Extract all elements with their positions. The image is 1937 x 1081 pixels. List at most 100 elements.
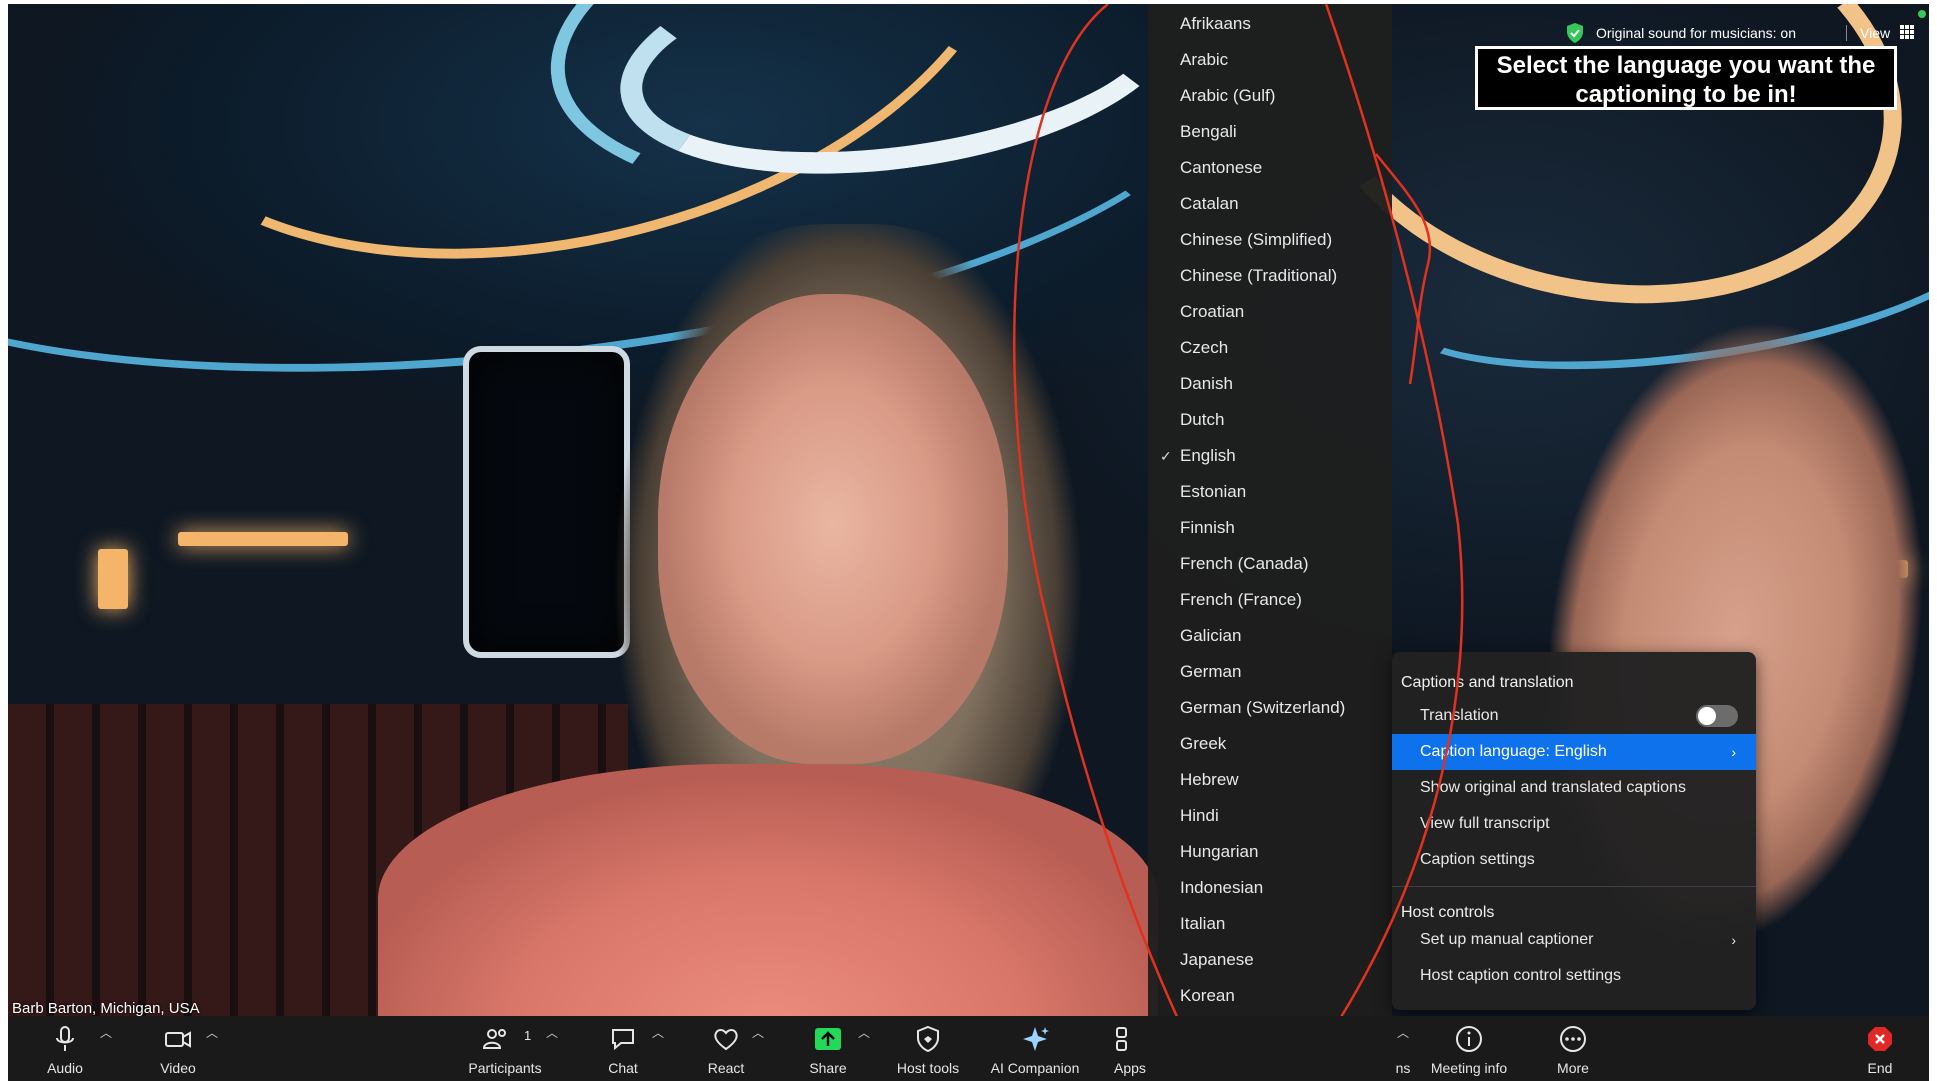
language-option-label: German <box>1180 662 1242 681</box>
language-option[interactable]: French (Canada) <box>1148 546 1392 582</box>
apps-label: Apps <box>1114 1060 1146 1076</box>
original-sound-status[interactable]: Original sound for musicians: on <box>1596 22 1796 44</box>
show-original-item[interactable]: Show original and translated captions <box>1392 770 1756 806</box>
react-label: React <box>707 1060 745 1076</box>
translation-label: Translation <box>1420 707 1499 724</box>
caption-language-item[interactable]: Caption language: English › <box>1392 734 1756 770</box>
share-label: Share <box>809 1060 847 1076</box>
participant-name-label: Barb Barton, Michigan, USA <box>12 1000 200 1017</box>
caption-language-label: Caption language: English <box>1420 743 1607 760</box>
share-button[interactable]: Share <box>793 1016 863 1081</box>
language-option[interactable]: Hungarian <box>1148 834 1392 870</box>
more-dots-icon <box>1560 1026 1586 1052</box>
language-option[interactable]: Catalan <box>1148 186 1392 222</box>
sparkle-icon <box>1023 1027 1049 1051</box>
end-button[interactable]: End <box>1850 1016 1910 1081</box>
participants-button[interactable]: 1 Participants <box>460 1016 550 1081</box>
language-option[interactable]: Korean <box>1148 978 1392 1014</box>
language-option-label: Catalan <box>1180 194 1239 213</box>
video-button[interactable]: Video <box>143 1016 213 1081</box>
language-option-label: German (Switzerland) <box>1180 698 1346 717</box>
translation-toggle-row[interactable]: Translation <box>1392 698 1756 734</box>
audio-options-caret[interactable]: ︿ <box>100 1024 112 1041</box>
language-option[interactable]: Galician <box>1148 618 1392 654</box>
share-options-caret[interactable]: ︿ <box>858 1024 870 1041</box>
react-options-caret[interactable]: ︿ <box>752 1024 764 1041</box>
share-screen-icon <box>815 1028 841 1050</box>
language-option[interactable]: Arabic (Gulf) <box>1148 78 1392 114</box>
language-option[interactable]: Chinese (Simplified) <box>1148 222 1392 258</box>
language-option[interactable]: Hebrew <box>1148 762 1392 798</box>
participants-options-caret[interactable]: ︿ <box>546 1024 558 1041</box>
language-option-label: Finnish <box>1180 518 1235 537</box>
language-option[interactable]: ✓ English <box>1148 438 1392 474</box>
language-option[interactable]: Dutch <box>1148 402 1392 438</box>
video-options-caret[interactable]: ︿ <box>206 1024 218 1041</box>
language-option[interactable]: Danish <box>1148 366 1392 402</box>
video-label: Video <box>160 1060 196 1076</box>
meeting-info-button[interactable]: Meeting info <box>1424 1016 1514 1081</box>
language-option-label: Hindi <box>1180 806 1219 825</box>
ai-companion-button[interactable]: AI Companion <box>980 1016 1090 1081</box>
language-option-label: French (France) <box>1180 590 1302 609</box>
chat-label: Chat <box>608 1060 638 1076</box>
language-option[interactable]: Japanese <box>1148 942 1392 978</box>
language-option-label: Galician <box>1180 626 1242 645</box>
captions-button[interactable]: ︿ ns <box>1392 1016 1414 1081</box>
manual-captioner-item[interactable]: Set up manual captioner › <box>1392 922 1756 958</box>
translation-toggle[interactable] <box>1696 705 1738 727</box>
language-option[interactable]: Indonesian <box>1148 870 1392 906</box>
language-option-label: Chinese (Simplified) <box>1180 230 1333 249</box>
end-label: End <box>1867 1060 1893 1076</box>
host-tools-button[interactable]: Host tools <box>888 1016 968 1081</box>
chat-button[interactable]: Chat <box>588 1016 658 1081</box>
language-option[interactable]: Arabic <box>1148 42 1392 78</box>
host-controls-title: Host controls <box>1401 904 1495 921</box>
caption-language-submenu: Afrikaans Arabic Arabic (Gulf) Bengali Canto… <box>1148 4 1392 1016</box>
language-option-label: Croatian <box>1180 302 1245 321</box>
chevron-right-icon: › <box>1731 932 1736 948</box>
language-option[interactable]: Italian <box>1148 906 1392 942</box>
language-option-label: Greek <box>1180 734 1227 753</box>
language-option[interactable]: Czech <box>1148 330 1392 366</box>
language-option[interactable]: Greek <box>1148 726 1392 762</box>
language-option[interactable]: Bengali <box>1148 114 1392 150</box>
host-tools-label: Host tools <box>896 1060 960 1076</box>
participant-count: 1 <box>524 1028 532 1043</box>
shield-icon <box>1567 23 1583 43</box>
language-option-label: Czech <box>1180 338 1229 357</box>
caption-settings-item[interactable]: Caption settings <box>1392 842 1756 878</box>
react-button[interactable]: React <box>691 1016 761 1081</box>
language-option[interactable]: Afrikaans <box>1148 6 1392 42</box>
captions-options-caret[interactable]: ︿ <box>1397 1024 1409 1041</box>
language-option[interactable]: French (France) <box>1148 582 1392 618</box>
more-button[interactable]: More <box>1538 1016 1608 1081</box>
language-option[interactable]: Cantonese <box>1148 150 1392 186</box>
host-caption-settings-item[interactable]: Host caption control settings <box>1392 958 1756 994</box>
end-call-icon <box>1868 1027 1892 1051</box>
view-button[interactable]: View <box>1860 22 1890 44</box>
view-transcript-item[interactable]: View full transcript <box>1392 806 1756 842</box>
apps-button[interactable]: Apps <box>1108 1016 1148 1081</box>
caption-settings-label: Caption settings <box>1420 851 1535 868</box>
language-option[interactable]: Croatian <box>1148 294 1392 330</box>
chat-options-caret[interactable]: ︿ <box>652 1024 664 1041</box>
language-option[interactable]: Estonian <box>1148 474 1392 510</box>
language-option-label: Indonesian <box>1180 878 1264 897</box>
participants-label: Participants <box>468 1060 542 1076</box>
info-icon <box>1456 1026 1482 1052</box>
language-option-label: Arabic (Gulf) <box>1180 86 1276 105</box>
language-option[interactable]: Finnish <box>1148 510 1392 546</box>
language-option[interactable]: Hindi <box>1148 798 1392 834</box>
heart-icon <box>714 1029 738 1051</box>
microphone-icon <box>56 1026 74 1051</box>
language-option-label: Afrikaans <box>1180 14 1251 33</box>
language-option[interactable]: German (Switzerland) <box>1148 690 1392 726</box>
ai-companion-label: AI Companion <box>990 1060 1080 1076</box>
chevron-right-icon: › <box>1731 744 1736 760</box>
language-option[interactable]: German <box>1148 654 1392 690</box>
audio-button[interactable]: Audio <box>30 1016 100 1081</box>
language-option[interactable]: Chinese (Traditional) <box>1148 258 1392 294</box>
grid-view-icon[interactable] <box>1900 25 1914 39</box>
captions-menu: Captions and translation Translation Cap… <box>1392 652 1756 1010</box>
